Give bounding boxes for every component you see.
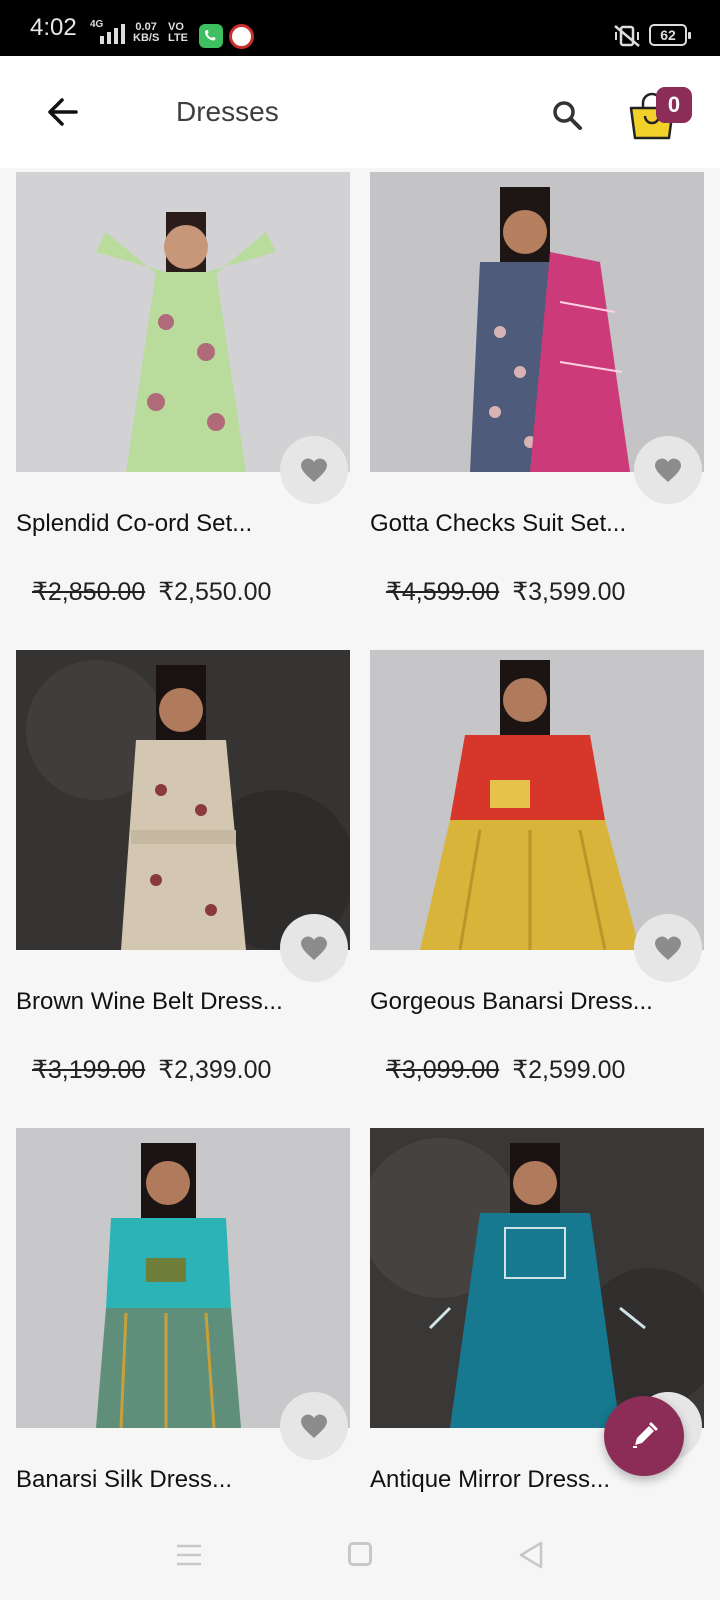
battery-indicator: 62 bbox=[649, 24, 691, 46]
product-name[interactable]: Brown Wine Belt Dress... bbox=[16, 988, 283, 1016]
status-time: 4:02 bbox=[30, 14, 77, 41]
price-row: ₹4,599.00 ₹3,599.00 bbox=[386, 577, 625, 607]
price-row: ₹3,099.00 ₹2,599.00 bbox=[386, 1055, 625, 1085]
system-nav-bar bbox=[0, 1512, 720, 1600]
sale-price: ₹2,550.00 bbox=[158, 578, 272, 606]
heart-icon bbox=[301, 458, 327, 482]
signal-icon bbox=[100, 24, 125, 44]
product-name[interactable]: Gotta Checks Suit Set... bbox=[370, 510, 626, 538]
sale-price: ₹3,599.00 bbox=[512, 578, 626, 606]
edit-fab-button[interactable] bbox=[604, 1396, 684, 1476]
wishlist-button[interactable] bbox=[280, 1392, 348, 1460]
nav-home-button[interactable] bbox=[348, 1542, 372, 1566]
edit-pencil-icon bbox=[633, 1422, 658, 1448]
original-price: ₹4,599.00 bbox=[386, 578, 500, 606]
vibrate-mute-icon bbox=[612, 23, 642, 54]
data-speed: 0.07 KB/S bbox=[133, 22, 159, 44]
original-price: ₹3,199.00 bbox=[32, 1056, 146, 1084]
product-name[interactable]: Banarsi Silk Dress... bbox=[16, 1466, 232, 1494]
product-grid[interactable]: Splendid Co-ord Set... ₹2,850.00 ₹2,550.… bbox=[0, 172, 720, 1512]
whatsapp-notification-icon bbox=[199, 24, 223, 48]
nav-back-button[interactable] bbox=[518, 1540, 544, 1575]
data-speed-unit: KB/S bbox=[133, 32, 160, 44]
sale-price: ₹2,399.00 bbox=[158, 1056, 272, 1084]
page-title: Dresses bbox=[176, 96, 279, 127]
back-button[interactable] bbox=[40, 92, 88, 132]
product-image[interactable] bbox=[370, 1128, 704, 1428]
product-name[interactable]: Antique Mirror Dress... bbox=[370, 1466, 610, 1494]
status-bar: 4:02 4G 0.07 KB/S VO LTE 62 bbox=[0, 0, 720, 56]
price-row: ₹2,850.00 ₹2,550.00 bbox=[32, 577, 271, 607]
menu-icon bbox=[177, 1544, 201, 1566]
wishlist-button[interactable] bbox=[634, 914, 702, 982]
cart-count-badge: 0 bbox=[656, 87, 692, 123]
heart-icon bbox=[301, 936, 327, 960]
product-image[interactable] bbox=[16, 650, 350, 950]
volte-lte: LTE bbox=[168, 32, 188, 44]
triangle-back-icon bbox=[519, 1541, 543, 1569]
volte-indicator: VO LTE bbox=[168, 22, 188, 44]
app-bar: Dresses 0 bbox=[0, 56, 720, 168]
wishlist-button[interactable] bbox=[280, 436, 348, 504]
original-price: ₹2,850.00 bbox=[32, 578, 146, 606]
heart-icon bbox=[655, 458, 681, 482]
heart-icon bbox=[655, 936, 681, 960]
app-notification-icon bbox=[229, 24, 254, 49]
product-name[interactable]: Splendid Co-ord Set... bbox=[16, 510, 252, 538]
sale-price: ₹2,599.00 bbox=[512, 1056, 626, 1084]
product-image[interactable] bbox=[16, 172, 350, 472]
search-icon bbox=[553, 101, 582, 130]
product-image[interactable] bbox=[370, 650, 704, 950]
original-price: ₹3,099.00 bbox=[386, 1056, 500, 1084]
price-row: ₹3,199.00 ₹2,399.00 bbox=[32, 1055, 271, 1085]
heart-icon bbox=[301, 1414, 327, 1438]
wishlist-button[interactable] bbox=[280, 914, 348, 982]
search-button[interactable] bbox=[550, 98, 586, 134]
product-image[interactable] bbox=[16, 1128, 350, 1428]
nav-menu-button[interactable] bbox=[176, 1543, 202, 1572]
product-image[interactable] bbox=[370, 172, 704, 472]
product-name[interactable]: Gorgeous Banarsi Dress... bbox=[370, 988, 653, 1016]
wishlist-button[interactable] bbox=[634, 436, 702, 504]
arrow-left-icon bbox=[48, 98, 78, 126]
